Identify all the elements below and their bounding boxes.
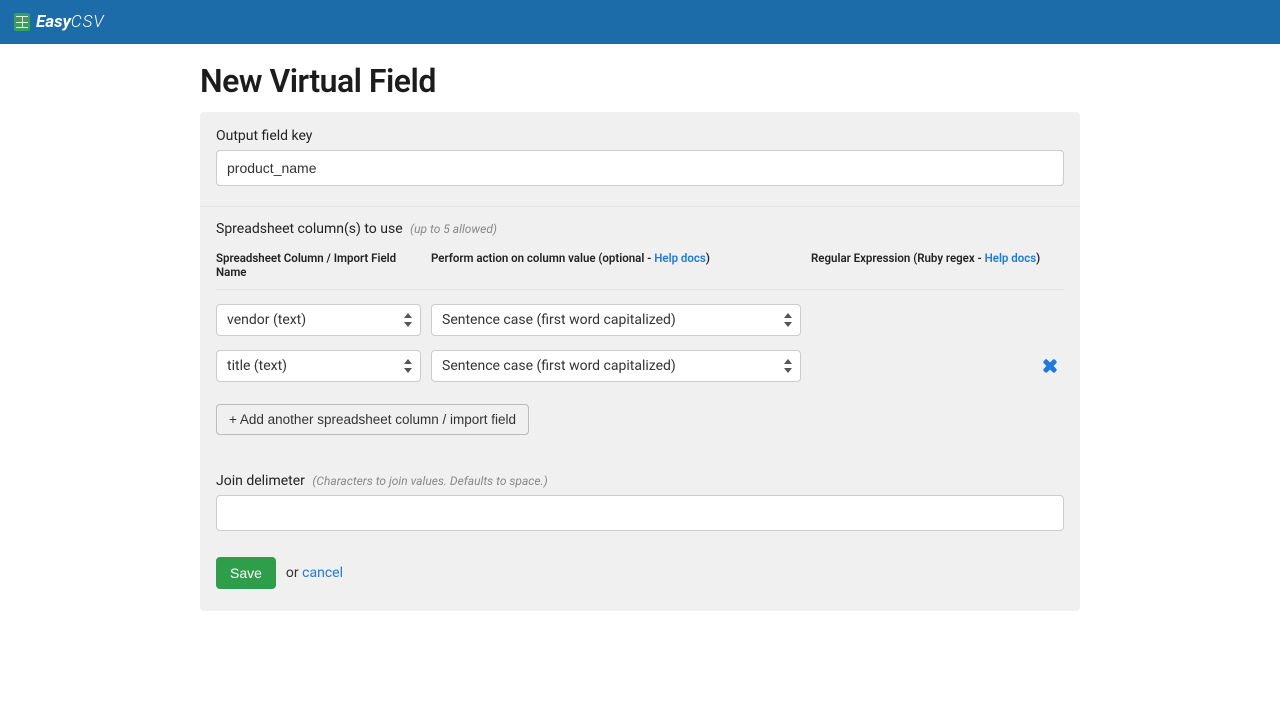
cancel-link[interactable]: cancel xyxy=(302,565,343,581)
spreadsheet-column-select[interactable]: vendor (text) xyxy=(216,304,421,336)
help-docs-link-action[interactable]: Help docs xyxy=(654,251,706,265)
or-cancel-text: or cancel xyxy=(286,565,343,581)
brand-logo[interactable]: EasyCSV xyxy=(14,12,105,32)
spreadsheet-icon xyxy=(14,13,30,31)
chevron-updown-icon xyxy=(404,313,412,327)
chevron-updown-icon xyxy=(404,359,412,373)
join-delimiter-hint: (Characters to join values. Defaults to … xyxy=(312,474,547,488)
help-docs-link-regex[interactable]: Help docs xyxy=(985,251,1037,265)
header-column-name: Spreadsheet Column / Import Field Name xyxy=(216,251,421,279)
output-field-label: Output field key xyxy=(216,128,1064,144)
chevron-updown-icon xyxy=(784,313,792,327)
add-column-button[interactable]: + Add another spreadsheet column / impor… xyxy=(216,404,529,435)
action-select[interactable]: Sentence case (first word capitalized) xyxy=(431,350,801,382)
join-delimiter-input[interactable] xyxy=(216,495,1064,531)
spreadsheet-column-select[interactable]: title (text) xyxy=(216,350,421,382)
columns-heading: Spreadsheet column(s) to use xyxy=(216,221,403,237)
chevron-updown-icon xyxy=(784,359,792,373)
join-delimiter-label: Join delimeter xyxy=(216,473,305,489)
save-button[interactable]: Save xyxy=(216,557,276,589)
header-regex: Regular Expression (Ruby regex - Help do… xyxy=(811,251,1064,279)
column-headers: Spreadsheet Column / Import Field Name P… xyxy=(216,251,1064,290)
columns-hint: (up to 5 allowed) xyxy=(410,222,497,236)
top-navbar: EasyCSV xyxy=(0,0,1280,44)
action-select[interactable]: Sentence case (first word capitalized) xyxy=(431,304,801,336)
output-field-input[interactable] xyxy=(216,150,1064,186)
column-row: vendor (text) Sentence case (first word … xyxy=(216,304,1064,336)
column-row: title (text) Sentence case (first word c… xyxy=(216,350,1064,382)
brand-text: EasyCSV xyxy=(36,12,105,32)
remove-row-icon[interactable] xyxy=(1042,358,1058,374)
form-panel: Output field key Spreadsheet column(s) t… xyxy=(200,112,1080,611)
header-action: Perform action on column value (optional… xyxy=(431,251,801,279)
page-title: New Virtual Field xyxy=(200,62,1080,100)
